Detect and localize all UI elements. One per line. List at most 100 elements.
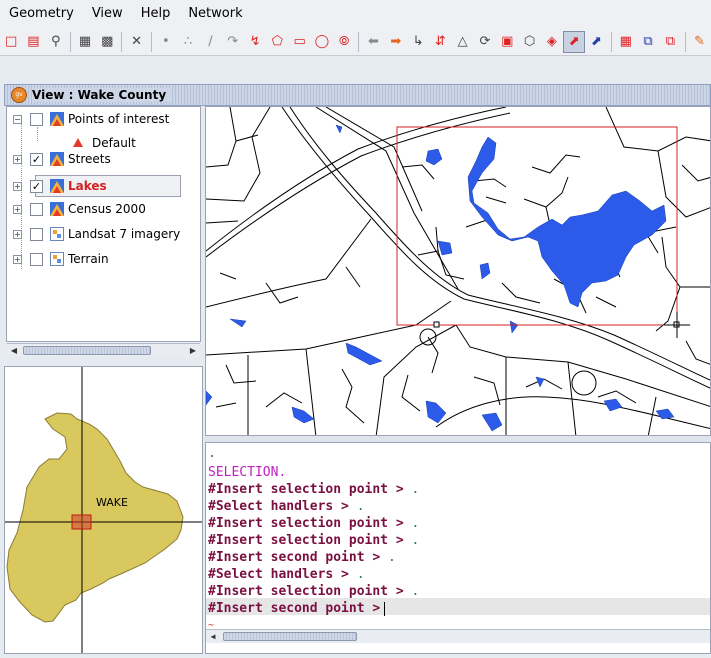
console-line: #Insert selection point > . [208, 481, 419, 498]
layer-visibility-checkbox[interactable] [30, 202, 43, 216]
layer-row-terrain[interactable]: + Terrain [7, 249, 200, 269]
scroll-thumb[interactable] [23, 346, 151, 355]
scroll-right-icon[interactable]: ▶ [186, 344, 200, 357]
point-icon[interactable]: • [155, 31, 177, 53]
scale-icon[interactable]: △ [452, 31, 474, 53]
console-dot: . [356, 567, 365, 582]
toc-horizontal-scrollbar[interactable]: ◀ ▶ [7, 343, 200, 357]
tools-icon[interactable]: ✕ [125, 31, 147, 53]
layer-visibility-checkbox[interactable] [30, 227, 43, 241]
zoom-icon[interactable]: ▤ [22, 31, 44, 53]
menu-bar: Geometry View Help Network [0, 0, 711, 28]
vector-layer-icon [50, 112, 64, 126]
raster-layer-icon [50, 252, 64, 266]
table-icon[interactable]: ▦ [615, 31, 637, 53]
scroll-thumb[interactable] [223, 632, 357, 641]
console-command: #Insert second point > [208, 601, 381, 616]
find-icon[interactable]: ⚲ [45, 31, 67, 53]
county-polygon [6, 412, 184, 623]
grid-icon[interactable]: ▩ [96, 31, 118, 53]
command-console[interactable]: . SELECTION. #Insert selection point > .… [205, 442, 711, 654]
lakes-layer [206, 124, 675, 432]
edit-icon[interactable]: ✎ [688, 31, 710, 53]
vector-layer-icon [50, 179, 64, 193]
expand-icon[interactable]: + [13, 229, 22, 239]
view-titlebar[interactable]: gv View : Wake County [4, 84, 711, 106]
lake-small [345, 342, 383, 366]
line-icon[interactable]: ∕ [199, 31, 221, 53]
collapse-icon[interactable]: − [13, 114, 22, 124]
expand-icon[interactable]: + [13, 254, 22, 264]
ellipse-icon[interactable]: ⦾ [333, 31, 355, 53]
circle-icon[interactable]: ◯ [311, 31, 333, 53]
console-command: #Select handlers > [208, 567, 349, 582]
layer-visibility-checkbox[interactable]: ✓ [30, 152, 43, 166]
toolbar-separator [358, 31, 360, 52]
console-dot: . [411, 533, 420, 548]
legend-label: Default [92, 136, 136, 150]
layer-toc: − Points of interest Default + ✓ Streets… [6, 106, 201, 357]
expand-icon[interactable]: + [13, 181, 22, 191]
paste-icon[interactable]: ⧉ [659, 31, 681, 53]
console-line: #Select handlers > . [208, 566, 365, 583]
layer-visibility-checkbox[interactable]: ✓ [30, 179, 43, 193]
layer-row-landsat[interactable]: + Landsat 7 imagery [7, 224, 200, 244]
polygon-icon[interactable]: ⬠ [266, 31, 288, 53]
layer-visibility-checkbox[interactable] [30, 252, 43, 266]
console-command: #Insert selection point > [208, 482, 404, 497]
console-dot: . [411, 516, 420, 531]
scroll-left-icon[interactable]: ◀ [7, 344, 21, 357]
toolbar-separator [150, 31, 152, 52]
console-dot: . [411, 584, 420, 599]
text-caret [384, 601, 386, 616]
lake-small [509, 320, 519, 334]
vector-layer-icon [50, 152, 64, 166]
back-icon[interactable]: ⬅ [362, 31, 384, 53]
lake-small [437, 240, 453, 256]
curve-icon[interactable]: ↷ [222, 31, 244, 53]
layer-row-lakes[interactable]: + ✓ Lakes [7, 176, 200, 196]
join-icon[interactable]: ⬡ [518, 31, 540, 53]
menu-network[interactable]: Network [179, 0, 251, 28]
explode-icon[interactable]: ▣ [496, 31, 518, 53]
rectangle-icon[interactable]: ▭ [288, 31, 310, 53]
overview-map[interactable]: WAKE [4, 366, 203, 654]
map-canvas [206, 107, 710, 435]
menu-help[interactable]: Help [132, 0, 180, 28]
lake-small [229, 318, 247, 328]
shapes-icon[interactable]: ◈ [541, 31, 563, 53]
scroll-left-icon[interactable]: ◀ [206, 630, 220, 643]
console-dot: . [356, 499, 365, 514]
menu-geometry[interactable]: Geometry [0, 0, 83, 28]
console-line: #Insert selection point > . [208, 583, 419, 600]
layer-row-census-2000[interactable]: + Census 2000 [7, 199, 200, 219]
polyline-icon[interactable]: ↯ [244, 31, 266, 53]
console-input-line[interactable]: #Insert second point > [208, 600, 386, 617]
layer-visibility-checkbox[interactable] [30, 112, 43, 126]
select-icon[interactable]: ⬈ [563, 30, 586, 53]
rect-select-icon[interactable]: □ [0, 31, 22, 53]
layer-row-points-of-interest[interactable]: − Points of interest [7, 109, 200, 129]
lake-small [603, 398, 623, 412]
layer-icon[interactable]: ▦ [74, 31, 96, 53]
forward-icon[interactable]: ➡ [385, 31, 407, 53]
toolbar-separator [69, 31, 71, 52]
symmetry-icon[interactable]: ⇵ [429, 31, 451, 53]
toolbar-separator [684, 31, 686, 52]
console-line: #Insert second point > . [208, 549, 396, 566]
map-view[interactable] [205, 106, 711, 436]
toolbar-separator [121, 31, 123, 52]
multipoint-icon[interactable]: ∴ [177, 31, 199, 53]
expand-icon[interactable]: + [13, 204, 22, 214]
streets-layer [206, 107, 710, 435]
console-horizontal-scrollbar[interactable]: ◀ [206, 629, 710, 643]
redo-icon[interactable]: ↳ [407, 31, 429, 53]
pointer-icon[interactable]: ⬈ [585, 31, 607, 53]
rotate-icon[interactable]: ⟳ [474, 31, 496, 53]
layer-row-streets[interactable]: + ✓ Streets [7, 149, 200, 169]
layer-label: Points of interest [68, 112, 170, 126]
expand-icon[interactable]: + [13, 154, 22, 164]
copy-icon[interactable]: ⧉ [637, 31, 659, 53]
console-line: . [208, 446, 216, 461]
menu-view[interactable]: View [83, 0, 132, 28]
